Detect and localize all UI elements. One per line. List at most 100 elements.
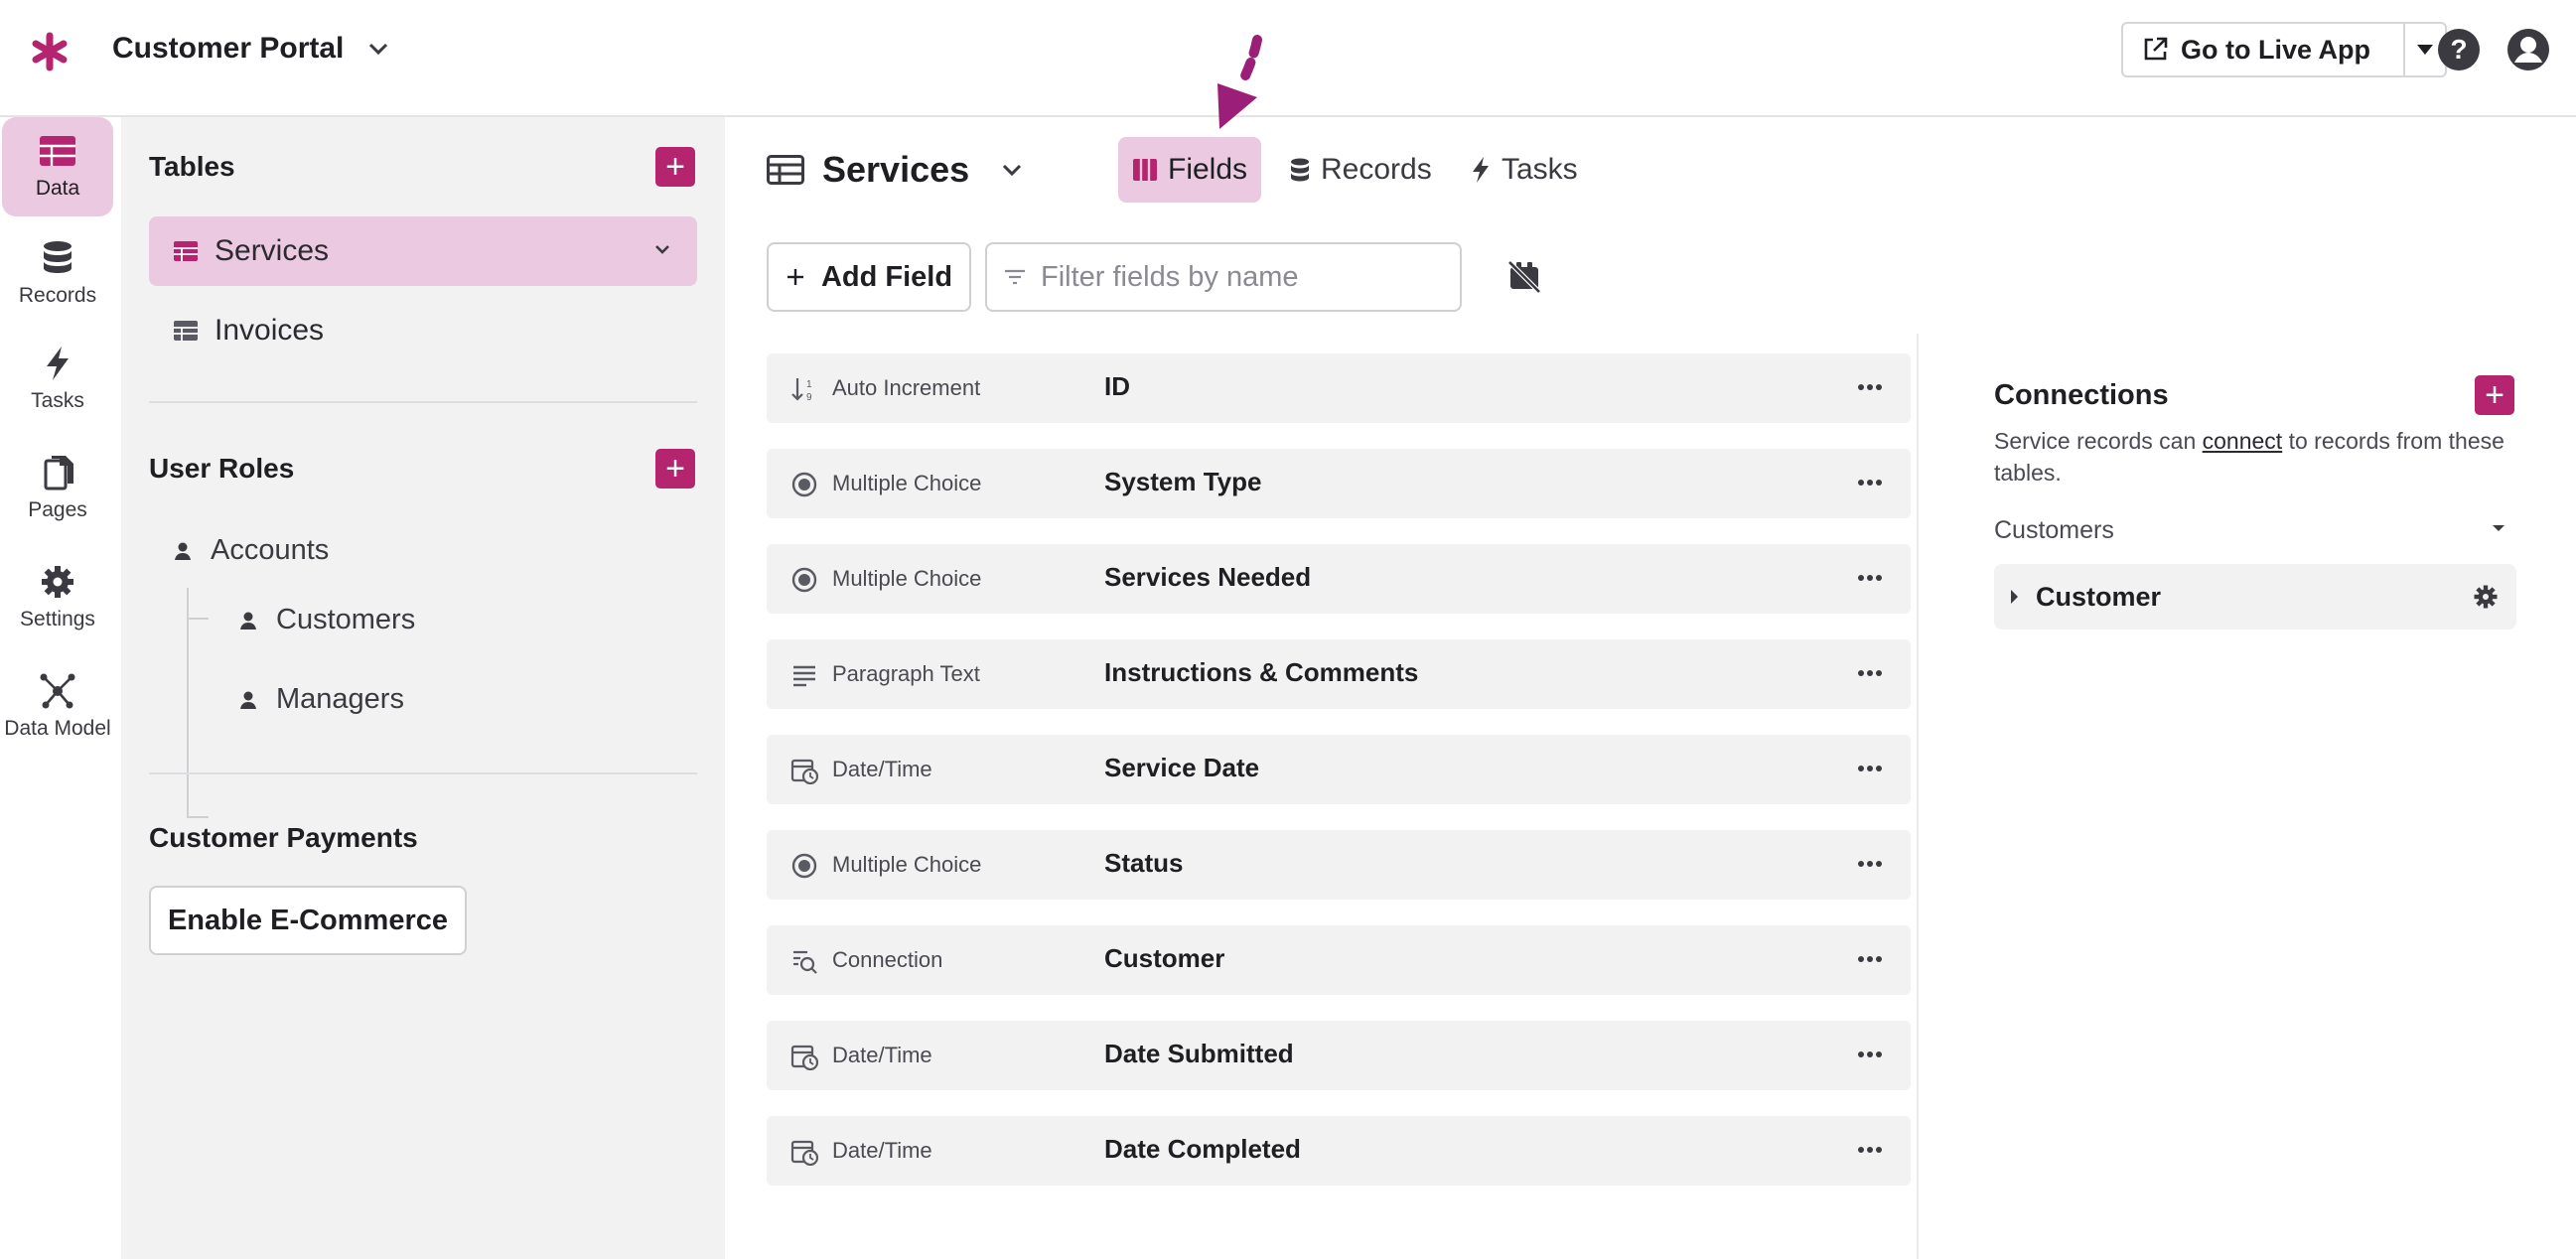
table-icon (767, 155, 804, 185)
logo-asterisk-icon[interactable] (30, 30, 70, 71)
page-title: Services (822, 149, 970, 190)
more-options-icon[interactable] (1855, 1140, 1885, 1160)
more-options-icon[interactable] (1855, 568, 1885, 588)
help-icon[interactable]: ? (2437, 28, 2481, 71)
field-name: Date Completed (1104, 1134, 1301, 1164)
field-row[interactable]: Paragraph Text Instructions & Comments (767, 639, 1911, 709)
go-to-live-app-label: Go to Live App (2181, 34, 2370, 65)
paragraph-icon (793, 665, 815, 687)
columns-icon (1133, 159, 1157, 181)
role-item-managers[interactable]: Managers (238, 683, 404, 716)
plus-icon (787, 269, 803, 285)
table-icon (174, 241, 198, 261)
hidden-fields-icon[interactable] (1507, 260, 1541, 294)
field-name: Services Needed (1104, 562, 1312, 592)
table-item-invoices[interactable]: Invoices (149, 296, 697, 365)
connection-item-customer[interactable]: Customer (1994, 564, 2516, 630)
role-item-customers[interactable]: Customers (238, 604, 415, 636)
field-name: Instructions & Comments (1104, 657, 1419, 687)
role-item-accounts[interactable]: Accounts (173, 534, 329, 567)
bolt-icon (1473, 157, 1489, 183)
role-label: Customers (276, 604, 416, 635)
rail-item-settings[interactable]: Settings (2, 548, 113, 647)
plus-icon: + (2485, 375, 2504, 414)
gear-icon[interactable] (2473, 584, 2499, 610)
rail-item-data[interactable]: Data (2, 117, 113, 216)
more-options-icon[interactable] (1855, 854, 1885, 874)
field-row[interactable]: Date/Time Date Completed (767, 1116, 1911, 1186)
connections-group-label[interactable]: Customers (1994, 516, 2114, 545)
field-row[interactable]: Date/Time Date Submitted (767, 1021, 1911, 1090)
calendar-clock-icon (790, 759, 818, 784)
tab-label: Fields (1168, 153, 1248, 186)
more-options-icon[interactable] (1855, 377, 1885, 397)
external-link-icon (2144, 37, 2168, 61)
field-row[interactable]: Multiple Choice System Type (767, 449, 1911, 518)
connect-link[interactable]: connect (2203, 428, 2283, 454)
more-options-icon[interactable] (1855, 759, 1885, 778)
rail-label: Settings (20, 608, 95, 630)
rail-item-pages[interactable]: Pages (2, 439, 113, 538)
add-user-role-button[interactable]: + (655, 449, 695, 489)
field-name: ID (1104, 371, 1130, 401)
caret-down-icon[interactable] (2491, 522, 2506, 534)
radio-icon (791, 853, 817, 879)
user-icon (240, 612, 256, 630)
field-type: Multiple Choice (832, 471, 982, 495)
filter-fields-input[interactable] (1041, 260, 1438, 294)
field-row[interactable]: Multiple Choice Status (767, 830, 1911, 900)
left-rail: Data Records Tasks Pages Settings Data M… (0, 117, 121, 1259)
chevron-down-icon[interactable] (999, 157, 1025, 183)
add-field-button[interactable]: Add Field (767, 242, 971, 312)
rail-item-records[interactable]: Records (2, 224, 113, 324)
field-type: Auto Increment (832, 375, 981, 400)
table-icon (40, 136, 75, 166)
tree-line (187, 588, 189, 818)
panel-divider (1917, 334, 1919, 1259)
tab-records[interactable]: Records (1275, 137, 1446, 203)
go-to-live-app-button[interactable]: Go to Live App (2121, 22, 2405, 77)
chevron-down-icon[interactable] (653, 242, 671, 256)
rail-label: Pages (28, 498, 87, 521)
annotation-arrow-icon (1217, 35, 1262, 129)
field-name: Customer (1104, 943, 1225, 973)
field-row[interactable]: Date/Time Service Date (767, 735, 1911, 804)
more-options-icon[interactable] (1855, 473, 1885, 492)
more-options-icon[interactable] (1855, 663, 1885, 683)
tab-fields[interactable]: Fields (1118, 137, 1262, 203)
rail-item-data-model[interactable]: Data Model (2, 657, 113, 757)
table-item-services[interactable]: Services (149, 216, 697, 286)
rail-label: Records (18, 284, 97, 307)
data-model-icon (40, 673, 75, 709)
sidebar-divider (149, 772, 697, 774)
field-row[interactable]: Multiple Choice Services Needed (767, 544, 1911, 614)
pages-icon (44, 456, 73, 490)
field-name: Status (1104, 848, 1184, 878)
connection-item-label: Customer (2036, 582, 2162, 612)
filter-fields-field[interactable] (985, 242, 1462, 312)
field-row[interactable]: 19 Auto Increment ID (767, 353, 1911, 423)
user-icon (175, 542, 191, 560)
role-label: Managers (276, 683, 404, 715)
tab-label: Tasks (1502, 153, 1578, 186)
svg-text:?: ? (2450, 34, 2467, 65)
tab-label: Records (1321, 153, 1432, 186)
tables-heading: Tables (149, 151, 235, 182)
field-type: Date/Time (832, 1043, 932, 1067)
account-icon[interactable] (2506, 28, 2550, 71)
caret-right-icon (2011, 590, 2018, 604)
chevron-down-icon[interactable] (365, 36, 391, 62)
more-options-icon[interactable] (1855, 1045, 1885, 1064)
add-connection-button[interactable]: + (2475, 375, 2514, 415)
table-item-label: Services (215, 234, 330, 267)
enable-ecommerce-button[interactable]: Enable E-Commerce (149, 886, 467, 955)
add-table-button[interactable]: + (655, 147, 695, 187)
rail-item-tasks[interactable]: Tasks (2, 330, 113, 429)
field-row[interactable]: Connection Customer (767, 925, 1911, 995)
tab-tasks[interactable]: Tasks (1456, 137, 1592, 203)
connections-desc-prefix: Service records can (1994, 428, 2203, 454)
app-title[interactable]: Customer Portal (112, 32, 344, 66)
connections-description: Service records can connect to records f… (1994, 425, 2510, 489)
tree-line (187, 816, 209, 818)
more-options-icon[interactable] (1855, 949, 1885, 969)
